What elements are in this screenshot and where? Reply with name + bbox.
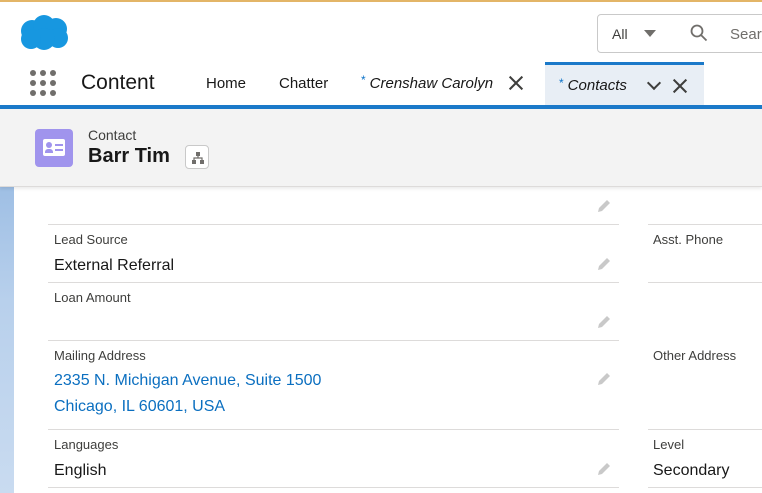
hierarchy-button[interactable] xyxy=(185,145,209,169)
caret-down-icon xyxy=(644,30,656,37)
field-divider xyxy=(48,340,619,341)
field-divider xyxy=(648,224,762,225)
field-label: Lead Source xyxy=(54,232,128,247)
field-label: Loan Amount xyxy=(54,290,131,305)
record-title: Barr Tim xyxy=(88,145,170,167)
contact-icon xyxy=(35,129,73,167)
mailing-address-line1-link[interactable]: 2335 N. Michigan Avenue, Suite 1500 xyxy=(54,372,321,390)
pencil-edit-icon[interactable] xyxy=(596,198,612,214)
pencil-edit-icon[interactable] xyxy=(596,256,612,272)
close-icon[interactable] xyxy=(673,79,687,93)
close-icon[interactable] xyxy=(509,76,523,90)
record-type-label: Contact xyxy=(88,127,137,143)
field-divider xyxy=(48,282,619,283)
field-label: Asst. Phone xyxy=(653,232,724,247)
field-divider xyxy=(48,429,619,430)
record-header: Contact Barr Tim xyxy=(0,109,762,187)
field-divider xyxy=(648,487,762,488)
tab-crenshaw-carolyn-label: Crenshaw Carolyn xyxy=(369,74,494,92)
hierarchy-icon xyxy=(192,152,204,164)
field-label: Mailing Address xyxy=(54,348,146,363)
field-value: English xyxy=(54,462,107,479)
app-navbar: Content Home Chatter * Crenshaw Carolyn … xyxy=(0,60,762,106)
search-scope-dropdown[interactable]: All xyxy=(597,14,667,53)
tab-home-label: Home xyxy=(206,74,247,92)
tab-crenshaw-carolyn[interactable]: * Crenshaw Carolyn xyxy=(361,60,523,106)
tab-home[interactable]: Home xyxy=(206,60,246,106)
search-icon xyxy=(690,24,708,42)
search-scope-label: All xyxy=(612,25,628,42)
field-label: Languages xyxy=(54,437,119,452)
field-value: Secondary xyxy=(653,462,730,479)
app-name: Content xyxy=(81,71,155,94)
field-divider xyxy=(48,487,619,488)
salesforce-logo[interactable] xyxy=(18,14,70,52)
field-value: External Referral xyxy=(54,257,175,274)
global-search-input[interactable]: Sear xyxy=(666,14,762,53)
pencil-edit-icon[interactable] xyxy=(596,461,612,477)
app-launcher-icon[interactable] xyxy=(30,70,56,96)
unsaved-marker: * xyxy=(361,73,366,87)
field-divider xyxy=(648,282,762,283)
tab-contacts-label: Contacts xyxy=(567,77,627,94)
mailing-address-line2-link[interactable]: Chicago, IL 60601, USA xyxy=(54,398,225,416)
unsaved-marker: * xyxy=(559,75,564,90)
field-divider xyxy=(48,224,619,225)
tab-chatter[interactable]: Chatter xyxy=(279,60,328,106)
pencil-edit-icon[interactable] xyxy=(596,371,612,387)
field-divider xyxy=(648,429,762,430)
tab-contacts[interactable]: * Contacts xyxy=(545,62,704,106)
pencil-edit-icon[interactable] xyxy=(596,314,612,330)
chevron-down-icon[interactable] xyxy=(646,75,661,90)
search-placeholder: Sear xyxy=(730,26,762,43)
field-label: Other Address xyxy=(653,348,737,363)
field-label: Level xyxy=(653,437,685,452)
global-header: All Sear xyxy=(0,2,762,60)
tab-chatter-label: Chatter xyxy=(279,74,329,92)
